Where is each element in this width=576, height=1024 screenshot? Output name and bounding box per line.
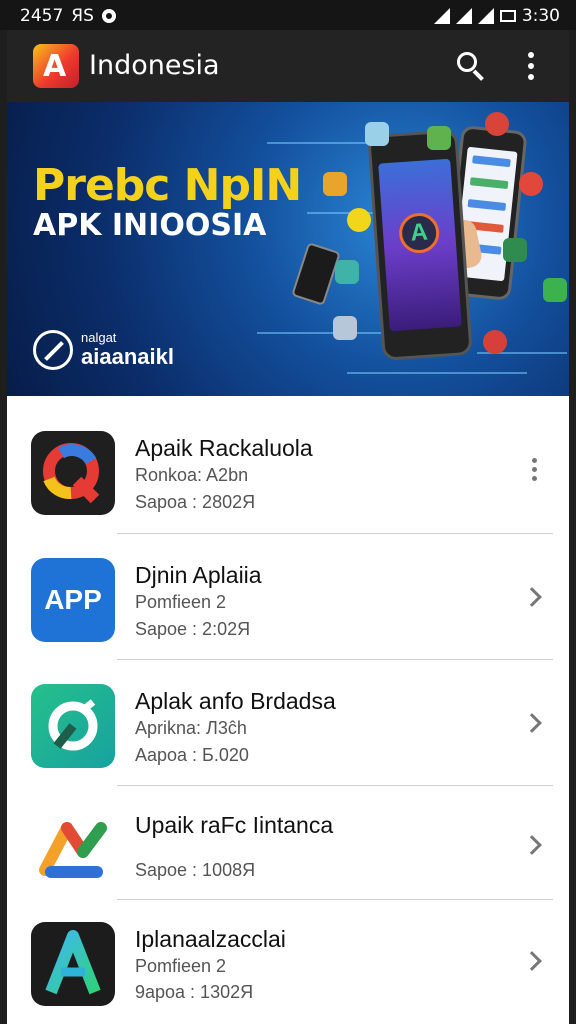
floating-app-icon xyxy=(365,122,389,146)
floating-app-icon xyxy=(543,278,567,302)
list-item[interactable]: Apaik Rackaluola Ronkoa: A2bn Sapoa : 28… xyxy=(7,408,569,534)
app-title: Indonesia xyxy=(89,50,220,81)
app-name: Aplak anfo Brdadsa xyxy=(135,688,336,714)
status-left-text: ЯS xyxy=(71,6,94,26)
battery-icon xyxy=(499,10,516,22)
chevron-right-icon[interactable] xyxy=(522,835,542,855)
search-icon[interactable] xyxy=(455,50,487,82)
notification-icon xyxy=(101,9,116,23)
status-clock: 3:30 xyxy=(521,6,560,26)
list-item[interactable]: Aplak anfo Brdadsa Aprikna: Л3ĉh Aapoa :… xyxy=(7,660,569,786)
list-item[interactable]: Iplanaalzacclai Pomfieen 2 9apoa : 1302Я xyxy=(7,900,569,1024)
phone-illustration-small xyxy=(291,242,341,306)
signal-icon xyxy=(455,8,472,24)
app-frame: A Indonesia Prebc NpIN APK INIOOSIA nalg… xyxy=(7,30,569,1024)
banner-subtitle: APK INIOOSIA xyxy=(33,208,267,243)
app-icon xyxy=(31,684,115,768)
list-item[interactable]: Upaik raFc Iintanca Sapoe : 1008Я xyxy=(7,786,569,900)
app-subtitle: Pomfieen 2 xyxy=(135,592,227,612)
promo-banner[interactable]: Prebc NpIN APK INIOOSIA nalgat aiaanaikl… xyxy=(7,102,569,396)
app-subtitle: Ronkoa: A2bn xyxy=(135,465,249,485)
app-meta: 9apoa : 1302Я xyxy=(135,982,254,1002)
floating-app-icon xyxy=(485,112,509,136)
app-icon xyxy=(31,922,115,1006)
status-time: 2457 xyxy=(20,6,64,26)
banner-title: Prebc NpIN xyxy=(33,160,302,211)
floating-app-icon xyxy=(519,172,543,196)
status-left: 2457 ЯS xyxy=(20,6,116,26)
floating-app-icon xyxy=(427,126,451,150)
app-subtitle: Aprikna: Л3ĉh xyxy=(135,718,247,738)
app-meta: Sapoe : 2:02Я xyxy=(135,619,251,639)
app-meta: Sapoe : 1008Я xyxy=(135,860,256,880)
phone-app-logo-icon: A xyxy=(397,211,441,255)
app-meta: Aapoa : Б.020 xyxy=(135,745,249,765)
brand-logo-icon xyxy=(33,330,73,370)
more-vert-icon[interactable] xyxy=(529,458,541,484)
floating-app-icon xyxy=(323,172,347,196)
status-right: 3:30 xyxy=(433,6,560,26)
app-meta: Sapoa : 2802Я xyxy=(135,492,256,512)
app-logo-letter: A xyxy=(43,49,67,84)
floating-app-icon xyxy=(335,260,359,284)
chevron-right-icon[interactable] xyxy=(522,587,542,607)
wifi-icon xyxy=(433,8,450,24)
app-name: Apaik Rackaluola xyxy=(135,435,313,461)
floating-app-icon xyxy=(503,238,527,262)
phone-illustration-front: A xyxy=(367,129,473,361)
signal-icon-2 xyxy=(477,8,494,24)
chevron-right-icon[interactable] xyxy=(522,713,542,733)
app-icon xyxy=(31,806,115,890)
app-icon xyxy=(31,431,115,515)
list-item[interactable]: APP Djnin Aplaiia Pomfieen 2 Sapoe : 2:0… xyxy=(7,534,569,660)
chevron-right-icon[interactable] xyxy=(522,951,542,971)
brand-top-text: nalgat xyxy=(81,330,117,345)
app-icon: APP xyxy=(31,558,115,642)
floating-app-icon xyxy=(483,330,507,354)
app-subtitle: Pomfieen 2 xyxy=(135,956,227,976)
app-icon-label: APP xyxy=(44,584,102,615)
floating-app-icon xyxy=(347,208,371,232)
app-name: Djnin Aplaiia xyxy=(135,562,262,588)
brand-name: aiaanaikl xyxy=(81,344,174,369)
more-vert-icon[interactable] xyxy=(523,52,539,80)
app-logo: A xyxy=(33,44,79,88)
app-name: Upaik raFc Iintanca xyxy=(135,812,334,838)
app-name: Iplanaalzacclai xyxy=(135,926,286,952)
app-bar: A Indonesia xyxy=(7,30,569,102)
floating-app-icon xyxy=(333,316,357,340)
status-bar: 2457 ЯS 3:30 xyxy=(0,0,576,30)
